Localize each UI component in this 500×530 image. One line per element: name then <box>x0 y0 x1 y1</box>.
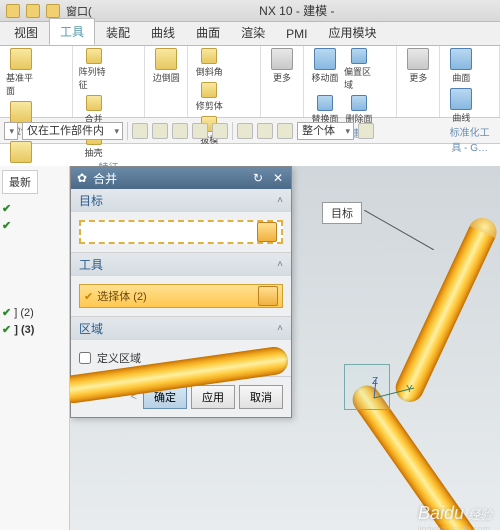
ribbon-group-std: 曲面 曲线 标准化工具 - G… <box>440 46 500 117</box>
part-navigator: 最新 ✔ ✔ ✔] (2) ✔] (3) <box>0 166 70 530</box>
scope-dropdown[interactable]: 仅在工作部件内 <box>22 122 123 140</box>
qat-icon[interactable] <box>26 4 40 18</box>
watermark-url: jingyan.baidu.com <box>417 524 490 530</box>
replace-face-button[interactable]: 替换面 <box>310 95 340 125</box>
window-menu[interactable]: 窗口( <box>66 3 92 19</box>
trim-body-button[interactable]: 修剪体 <box>194 82 224 112</box>
qat-icon[interactable] <box>46 4 60 18</box>
group-label: 标准化工具 - G… <box>446 124 493 154</box>
dialog-titlebar[interactable]: ✿ 合并 ↻ ✕ <box>71 167 291 189</box>
check-icon: ✔ <box>84 290 93 303</box>
more-button[interactable]: 更多 <box>403 48 433 84</box>
checkbox-input[interactable] <box>79 352 91 364</box>
ribbon-group-edge: 边倒圆 <box>145 46 188 117</box>
surface-button[interactable]: 曲面 <box>446 48 476 84</box>
tube-body[interactable] <box>391 213 500 406</box>
axis-y-label: Y <box>406 384 413 395</box>
tab-curve[interactable]: 曲线 <box>141 20 185 45</box>
tab-pmi[interactable]: PMI <box>276 23 317 45</box>
toolbar-icon[interactable] <box>257 123 273 139</box>
check-icon: ✔ <box>2 219 11 232</box>
offset-region-button[interactable]: 偏置区域 <box>344 48 374 91</box>
quick-access-toolbar: 窗口( <box>6 3 92 19</box>
toolbar-icon[interactable] <box>172 123 188 139</box>
unite-button[interactable]: 合并 <box>79 95 109 125</box>
body-filter-dropdown[interactable]: 整个体 <box>297 122 354 140</box>
ribbon-group-base: 基准平面 拉伸 孔 <box>0 46 73 117</box>
checkbox-label: 定义区域 <box>97 350 141 366</box>
chamfer-button[interactable]: 倒斜角 <box>194 48 224 78</box>
check-icon: ✔ <box>2 202 11 215</box>
tab-tools[interactable]: 工具 <box>49 18 95 45</box>
nav-row[interactable]: ✔ <box>2 217 67 234</box>
dialog-title: 合并 <box>93 170 117 187</box>
ribbon-group-feature: 阵列特征 合并 抽壳 特征 <box>73 46 146 117</box>
check-icon: ✔ <box>2 306 11 319</box>
axis-z-label: Z <box>372 376 378 387</box>
toolbar-icon[interactable] <box>237 123 253 139</box>
tab-assembly[interactable]: 装配 <box>96 20 140 45</box>
tab-render[interactable]: 渲染 <box>231 20 275 45</box>
model-geometry[interactable] <box>140 200 500 530</box>
graphics-viewport[interactable]: ✿ 合并 ↻ ✕ 目标˄ 工具˄ ✔ <box>70 166 500 530</box>
tab-surface[interactable]: 曲面 <box>186 20 230 45</box>
toolbar-icon[interactable] <box>132 123 148 139</box>
ribbon-tabs: 视图 工具 装配 曲线 曲面 渲染 PMI 应用模块 <box>0 22 500 46</box>
toolbar-icon[interactable] <box>358 123 374 139</box>
tab-view[interactable]: 视图 <box>4 20 48 45</box>
reset-icon[interactable]: ↻ <box>251 171 265 185</box>
nav-row[interactable]: ✔ <box>2 200 67 217</box>
watermark: Baidu经验 <box>418 503 492 524</box>
ribbon-group-more1: 更多 <box>261 46 304 117</box>
edge-blend-button[interactable]: 边倒圆 <box>151 48 181 84</box>
close-icon[interactable]: ✕ <box>271 171 285 185</box>
more-button[interactable]: 更多 <box>267 48 297 84</box>
gear-icon: ✿ <box>77 171 87 185</box>
curve-button[interactable]: 曲线 <box>446 88 476 124</box>
tab-appmod[interactable]: 应用模块 <box>318 20 386 45</box>
toolbar-icon[interactable] <box>192 123 208 139</box>
nav-tab-latest[interactable]: 最新 <box>2 170 38 194</box>
nav-row[interactable]: ✔] (3) <box>2 321 67 338</box>
toolbar-icon[interactable] <box>212 123 228 139</box>
toolbar-icon[interactable] <box>152 123 168 139</box>
delete-face-button[interactable]: 删除面 <box>344 95 374 125</box>
menu-dropdown[interactable] <box>4 122 18 140</box>
work-area: 最新 ✔ ✔ ✔] (2) ✔] (3) ✿ 合并 ↻ ✕ 目标˄ <box>0 166 500 530</box>
ribbon-group-more2: 更多 <box>397 46 440 117</box>
ribbon-group-trim: 倒斜角 修剪体 拔模 <box>188 46 261 117</box>
qat-icon[interactable] <box>6 4 20 18</box>
nav-row[interactable]: ✔] (2) <box>2 304 67 321</box>
ribbon: 基准平面 拉伸 孔 阵列特征 合并 抽壳 特征 边倒圆 倒斜角 修剪体 拔模 更… <box>0 46 500 118</box>
check-icon: ✔ <box>2 323 11 336</box>
toolbar-icon[interactable] <box>277 123 293 139</box>
move-face-button[interactable]: 移动面 <box>310 48 340 91</box>
pattern-feature-button[interactable]: 阵列特征 <box>79 48 109 91</box>
app-title: NX 10 - 建模 - <box>100 2 494 19</box>
datum-plane-button[interactable]: 基准平面 <box>6 48 36 97</box>
ribbon-group-sync: 移动面 偏置区域 替换面 删除面 同步建模 <box>304 46 397 117</box>
